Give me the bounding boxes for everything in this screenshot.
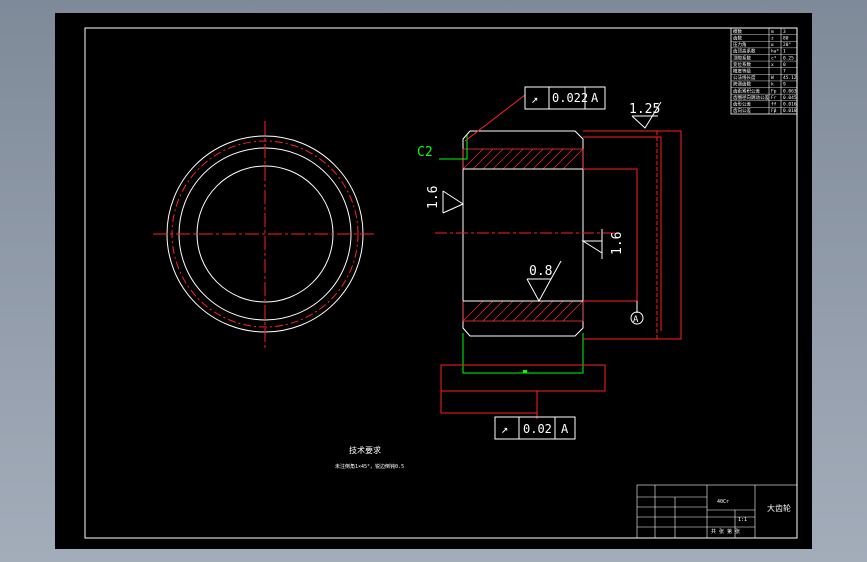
param-cell: W (771, 75, 774, 81)
chamfer-label: C2 (417, 145, 433, 160)
roughness-right-value: 1.6 (610, 232, 625, 255)
dimension-lines (583, 130, 682, 340)
param-cell: 齿向公差 (733, 107, 751, 114)
drawing-sheet: C2 A ↗ 0.022 A ↗ 0.02 A 1.25 1.6 1.6 0.8… (55, 13, 812, 549)
param-cell: 精度等级 (733, 68, 751, 75)
roughness-left-value: 1.6 (426, 186, 441, 209)
drawing-border (84, 27, 798, 539)
param-cell: 0.25 (783, 55, 794, 61)
param-cell: 7 (783, 69, 786, 75)
param-cell: c* (771, 55, 777, 61)
sheet-label: 共 张 第 张 (711, 528, 740, 535)
runout-datum-bottom: A (561, 422, 569, 436)
param-cell: Fβ (771, 108, 777, 114)
param-cell: z (771, 36, 774, 41)
param-cell: 0.018 (783, 108, 797, 114)
tech-req-title: 技术要求 (349, 445, 381, 455)
hatch-lines-bottom (462, 300, 584, 322)
runout-datum-top: A (591, 91, 599, 105)
datum-symbol: A (630, 301, 644, 325)
param-cell: α (771, 43, 774, 48)
param-cell: 9 (783, 82, 786, 88)
param-cell: 公法线长度 (733, 74, 756, 81)
param-cell: 45.12 (783, 75, 797, 81)
hatch-lines-top (462, 148, 584, 170)
datum-label: A (633, 315, 639, 325)
param-cell: 压力角 (733, 41, 747, 48)
roughness-bore: 0.8 (526, 260, 562, 303)
param-cell: 齿顶高系数 (733, 48, 756, 55)
param-cell: 跨测齿数 (733, 81, 751, 88)
cad-viewport: C2 A ↗ 0.022 A ↗ 0.02 A 1.25 1.6 1.6 0.8… (0, 0, 867, 562)
param-cell: 齿距累积公差 (733, 87, 760, 94)
param-table: 模数 m 3 齿数 z 80 压力角 α 20° 齿顶高系数 ha* 1 顶隙系数 c* 0.25 变位系数 x… (730, 27, 798, 115)
runout-value-top: 0.022 (552, 91, 588, 105)
param-cell: ff (771, 102, 777, 108)
param-cell: k (771, 82, 774, 88)
runout-value-bottom: 0.02 (523, 422, 552, 436)
material-label: 40Cr (717, 499, 729, 505)
fixture-outline (440, 364, 606, 392)
param-cell: 0.045 (783, 95, 797, 101)
param-cell: Fr (771, 95, 777, 101)
param-cell: 变位系数 (733, 61, 751, 68)
param-cell: 0 (783, 62, 786, 68)
part-name: 大齿轮 (767, 503, 791, 513)
param-cell: x (771, 63, 774, 68)
param-cell: 0.063 (783, 88, 797, 94)
runout-frame-top: ↗ 0.022 A (464, 86, 606, 142)
param-cell: Fp (771, 88, 777, 94)
param-cell: 3 (783, 29, 786, 35)
end-view (153, 121, 377, 351)
param-cell: ha* (771, 49, 779, 55)
param-cell: 顶隙系数 (733, 54, 751, 61)
param-cell: 80 (783, 35, 789, 41)
runout-symbol-bottom: ↗ (501, 422, 508, 436)
roughness-left: 1.6 (426, 186, 465, 214)
param-cell: 0.016 (783, 102, 797, 108)
tech-req-line: 未注倒角1×45°，锐边倒钝0.5 (335, 463, 404, 470)
hub-outline (462, 333, 584, 374)
param-cell: 20° (783, 42, 791, 48)
param-cell: 模数 (733, 28, 742, 35)
param-cell: m (771, 30, 774, 35)
param-cell: 齿数 (733, 34, 742, 41)
scale-label: 1:1 (738, 517, 747, 523)
roughness-top-value: 1.25 (629, 102, 660, 117)
drawing-canvas: C2 A ↗ 0.022 A ↗ 0.02 A 1.25 1.6 1.6 0.8… (84, 27, 798, 539)
runout-frame-bottom: ↗ 0.02 A (494, 413, 576, 440)
param-cell: 齿圈径向跳动公差 (733, 94, 769, 101)
param-cell: 1 (783, 49, 786, 55)
roughness-top: 1.25 (629, 101, 662, 129)
roughness-bore-value: 0.8 (529, 264, 552, 279)
param-cell: 齿形公差 (733, 101, 751, 108)
runout-symbol-top: ↗ (531, 92, 538, 106)
